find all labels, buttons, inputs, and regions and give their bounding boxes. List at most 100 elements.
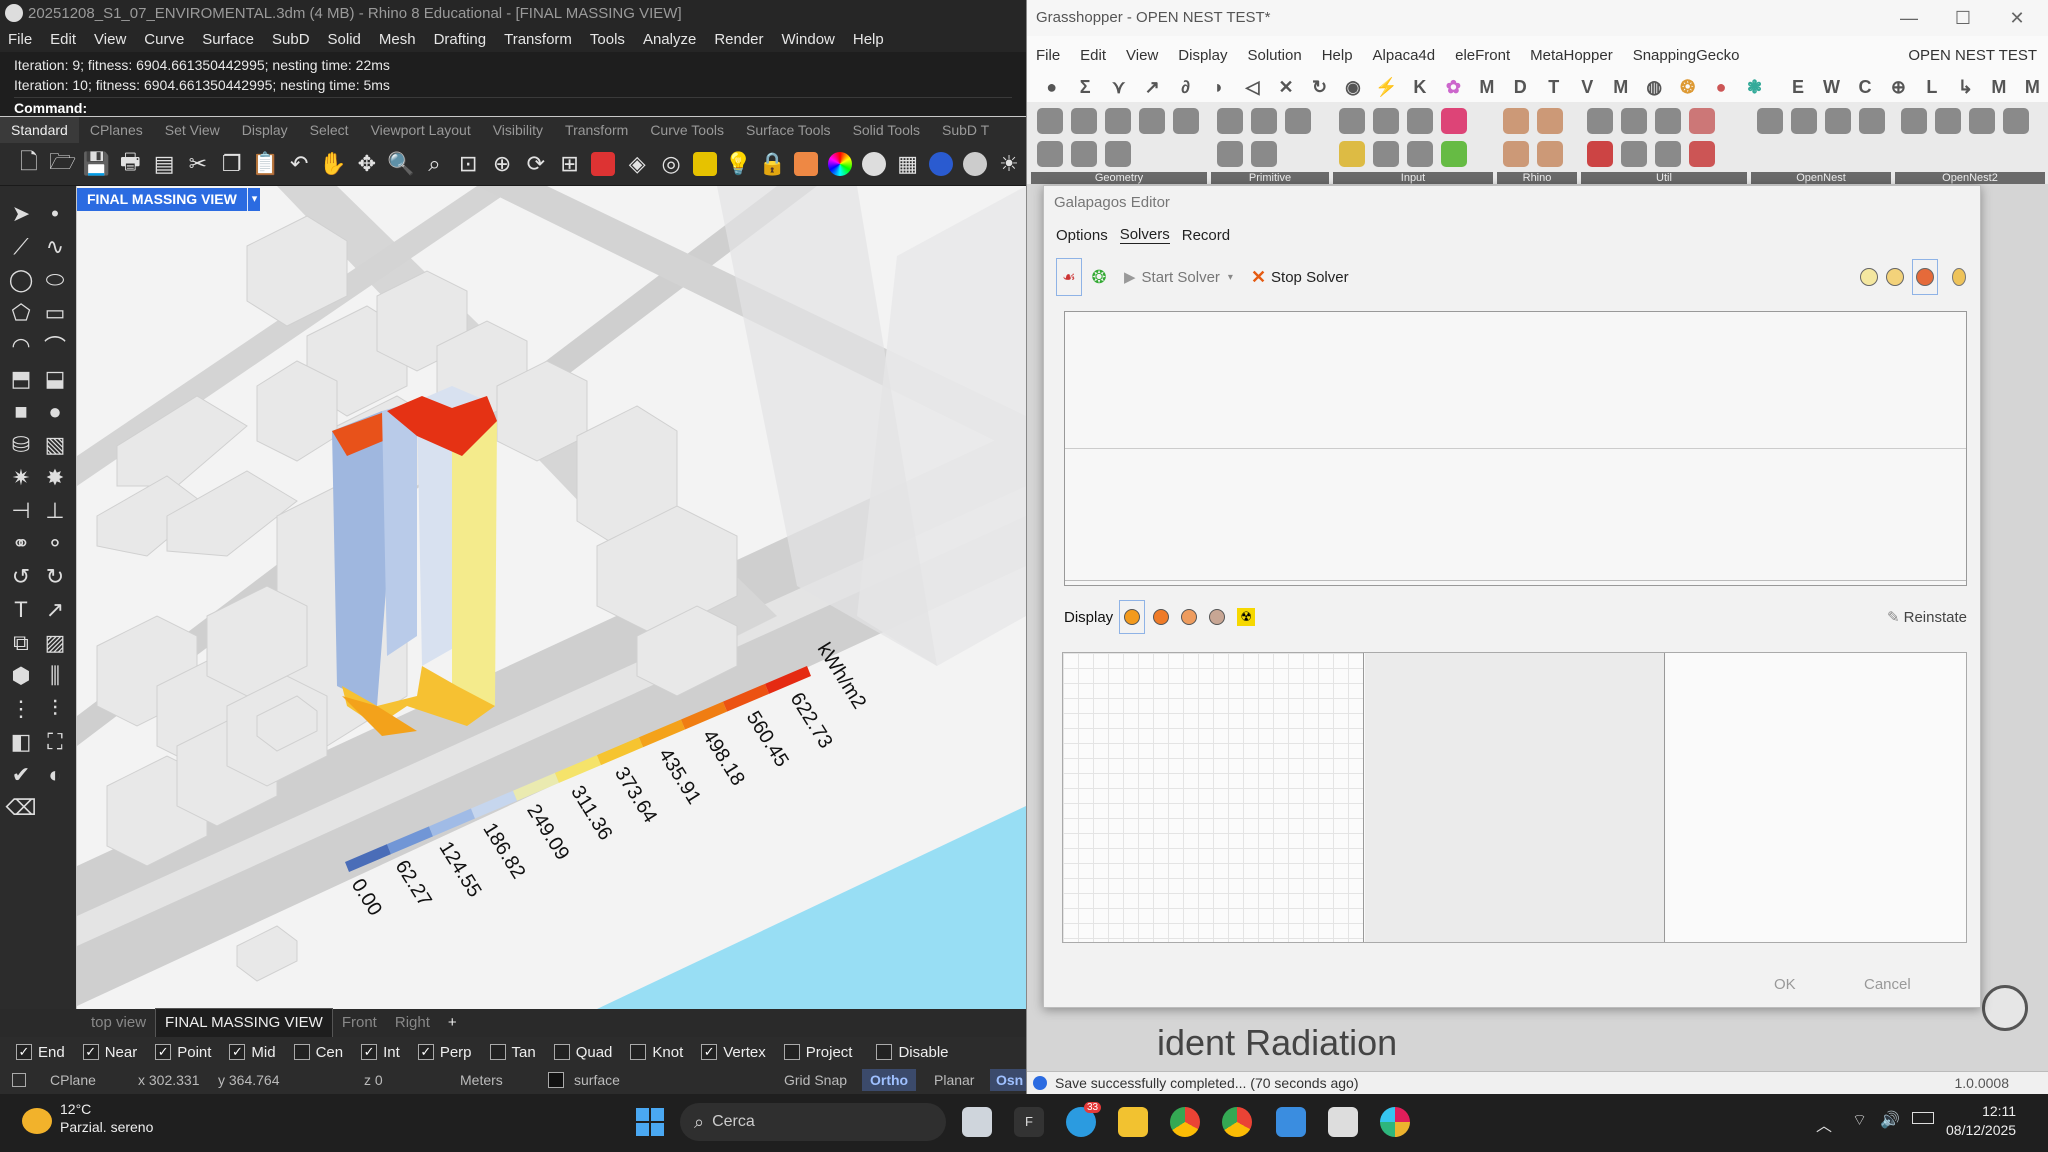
- evolutionary-solver-icon[interactable]: ☙: [1056, 258, 1082, 296]
- paste-icon[interactable]: 📋: [248, 146, 284, 182]
- component-icon[interactable]: [1248, 137, 1280, 170]
- dimension-icon[interactable]: ↗: [38, 594, 72, 625]
- checkbox[interactable]: ✓: [229, 1044, 246, 1060]
- component-icon[interactable]: [1584, 137, 1616, 170]
- checkbox[interactable]: ✓: [16, 1044, 32, 1060]
- m-tab-4[interactable]: M: [2016, 72, 2048, 102]
- grid-icon[interactable]: ⋮: [4, 693, 38, 724]
- extrude-icon[interactable]: ⬒: [4, 363, 38, 394]
- viewport-final-massing[interactable]: 0.00 62.27 124.55 186.82 249.09 311.36 373.64 4…: [77, 186, 1026, 1009]
- minimize-icon[interactable]: —: [1887, 0, 1931, 36]
- rhino-menu-drafting[interactable]: Drafting: [426, 27, 497, 52]
- component-icon[interactable]: [2000, 104, 2032, 137]
- dragonfly-icon[interactable]: ●: [1704, 72, 1737, 102]
- fitness-graph[interactable]: [1064, 311, 1967, 586]
- solid-tools-icon[interactable]: ⬢: [4, 660, 38, 691]
- maths-tab[interactable]: Σ: [1068, 72, 1101, 102]
- maximize-icon[interactable]: ☐: [1941, 0, 1985, 36]
- ladybug-icon[interactable]: ◍: [1637, 72, 1670, 102]
- display-tab-icon[interactable]: ◉: [1336, 72, 1369, 102]
- array-icon[interactable]: ⫼: [38, 660, 72, 691]
- slack-icon[interactable]: [1380, 1107, 1410, 1137]
- four-viewports-icon[interactable]: ⊞: [552, 146, 588, 182]
- add-viewport-tab-button[interactable]: +: [439, 1009, 466, 1037]
- wifi-icon[interactable]: ⌔: [1852, 1110, 1867, 1130]
- rhino-menu-transform[interactable]: Transform: [496, 27, 582, 52]
- taskbar-clock[interactable]: 12:11 08/12/2025: [1946, 1102, 2016, 1140]
- rotate-icon[interactable]: ↻: [38, 561, 72, 592]
- bee-icon[interactable]: ❃: [1738, 72, 1771, 102]
- print-icon[interactable]: 🖶: [112, 146, 148, 182]
- gh-menu-elefront[interactable]: eleFront: [1446, 47, 1521, 64]
- component-icon[interactable]: [1534, 104, 1566, 137]
- checkbox[interactable]: [489, 1044, 506, 1060]
- canvas-navigator-icon[interactable]: [1982, 985, 2028, 1031]
- gh-document-name[interactable]: OPEN NEST TEST: [1899, 47, 2048, 64]
- l-tab[interactable]: L: [1915, 72, 1948, 102]
- m-tab-3[interactable]: M: [1982, 72, 2015, 102]
- taskbar-search[interactable]: ⌕ Cerca: [680, 1103, 946, 1141]
- rhino-menu-curve[interactable]: Curve: [136, 27, 194, 52]
- weather-sun-cloud-icon[interactable]: [22, 1108, 52, 1134]
- polyline-icon[interactable]: ⟋: [4, 231, 38, 262]
- rhino-menu-solid[interactable]: Solid: [320, 27, 371, 52]
- tab-visibility[interactable]: Visibility: [482, 117, 554, 143]
- polygon-icon[interactable]: ⬠: [4, 297, 38, 328]
- analyze-icon[interactable]: ◐: [38, 759, 72, 790]
- tab-viewport-layout[interactable]: Viewport Layout: [360, 117, 482, 143]
- close-icon[interactable]: ✕: [1995, 0, 2039, 36]
- v-tab[interactable]: V: [1571, 72, 1604, 102]
- component-icon[interactable]: [1068, 104, 1100, 137]
- component-icon[interactable]: [1534, 137, 1566, 170]
- rhino-menu-window[interactable]: Window: [774, 27, 845, 52]
- light-icon[interactable]: ✷: [4, 462, 38, 493]
- windows-start-icon[interactable]: [636, 1108, 664, 1136]
- rhino-menu-subd[interactable]: SubD: [264, 27, 320, 52]
- params-tab-icon[interactable]: ●: [1035, 72, 1068, 102]
- checkbox[interactable]: ✓: [361, 1044, 378, 1060]
- tab-solvers[interactable]: Solvers: [1119, 226, 1170, 244]
- component-icon[interactable]: [1438, 137, 1470, 170]
- tab-select[interactable]: Select: [299, 117, 360, 143]
- component-icon[interactable]: [1404, 104, 1436, 137]
- tab-top-view[interactable]: top view: [82, 1009, 155, 1037]
- osnap-point[interactable]: ✓ Point: [155, 1044, 211, 1061]
- component-icon[interactable]: [1652, 104, 1684, 137]
- honeybee-icon[interactable]: ❂: [1671, 72, 1704, 102]
- component-icon[interactable]: [1822, 104, 1854, 137]
- vector-tab-icon[interactable]: ↗: [1135, 72, 1168, 102]
- gh-menu-snappinggecko[interactable]: SnappingGecko: [1624, 47, 1751, 64]
- select-filter-icon[interactable]: [687, 146, 723, 182]
- battery-icon[interactable]: [1912, 1112, 1934, 1124]
- status-grid-snap[interactable]: Grid Snap: [784, 1072, 847, 1088]
- command-prompt[interactable]: Command:: [14, 97, 1012, 118]
- rhino-menu-mesh[interactable]: Mesh: [371, 27, 426, 52]
- gh-menu-solution[interactable]: Solution: [1238, 47, 1312, 64]
- component-icon[interactable]: [1136, 104, 1168, 137]
- box-icon[interactable]: ■: [4, 396, 38, 427]
- osnap-perp[interactable]: ✓ Perp: [417, 1044, 472, 1061]
- checkbox[interactable]: ✓: [701, 1044, 718, 1060]
- component-icon[interactable]: [1248, 104, 1280, 137]
- component-icon[interactable]: [1336, 137, 1368, 170]
- tab-solid-tools[interactable]: Solid Tools: [842, 117, 931, 143]
- pan-hand-icon[interactable]: ✋: [315, 146, 351, 182]
- osnap-icon[interactable]: ◎: [653, 146, 689, 182]
- sun-icon[interactable]: ☀: [991, 146, 1027, 182]
- copy-icon[interactable]: ❐: [214, 146, 250, 182]
- new-file-icon[interactable]: 🗋: [11, 146, 47, 182]
- component-icon[interactable]: [1214, 137, 1246, 170]
- status-planar[interactable]: Planar: [934, 1072, 974, 1088]
- rhino-menu-surface[interactable]: Surface: [194, 27, 264, 52]
- checkbox[interactable]: [293, 1044, 310, 1060]
- rhino-menu-edit[interactable]: Edit: [42, 27, 86, 52]
- status-ortho[interactable]: Ortho: [862, 1069, 917, 1091]
- group-icon[interactable]: ⚬: [38, 528, 72, 559]
- checkbox[interactable]: [783, 1044, 800, 1060]
- c-tab[interactable]: C: [1848, 72, 1881, 102]
- component-icon[interactable]: [1856, 104, 1888, 137]
- chrome-icon[interactable]: [1170, 1107, 1200, 1137]
- rhino-taskbar-icon[interactable]: [1328, 1107, 1358, 1137]
- checkbox[interactable]: ✓: [417, 1044, 434, 1060]
- explode-icon[interactable]: ✸: [38, 462, 72, 493]
